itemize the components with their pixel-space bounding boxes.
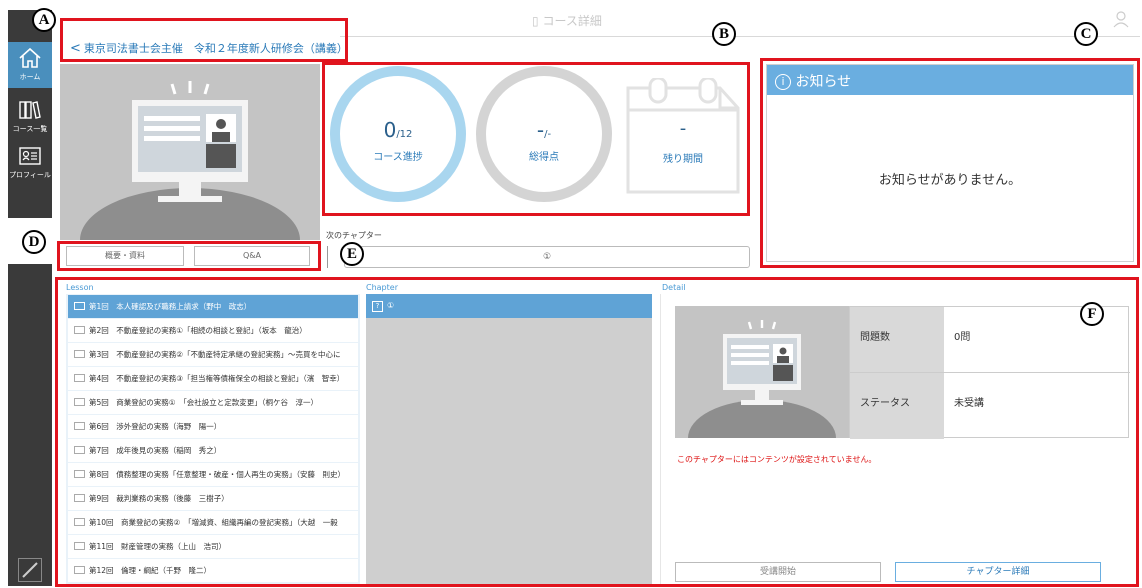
- notice-empty-message: お知らせがありません。: [878, 173, 1022, 188]
- lesson-item[interactable]: 第7回 成年後見の実務（稲岡 秀之）: [68, 439, 358, 462]
- lesson-item[interactable]: 第11回 財産管理の実務（上山 浩司）: [68, 535, 358, 558]
- next-chapter-label: 次のチャプター: [326, 231, 382, 240]
- notice-header: i お知らせ: [767, 65, 1133, 95]
- lesson-item[interactable]: 第3回 不動産登記の実務②「不動産特定承継の登記実務」～売買を中心に: [68, 343, 358, 366]
- total-score-circle: -/- 総得点: [476, 66, 612, 202]
- lesson-item[interactable]: 第8回 債務整理の実務「任意整理・破産・個人再生の実務」（安藤 則史）: [68, 463, 358, 486]
- chapter-list: ? ①: [366, 294, 652, 584]
- monitor-illustration: [688, 320, 836, 438]
- tab-qa[interactable]: Q&A: [194, 246, 310, 266]
- sidebar: ホーム コース一覧 プロフィール: [8, 10, 52, 586]
- marker-e: E: [340, 242, 364, 266]
- remaining-value: -: [679, 118, 687, 139]
- id-card-icon: [19, 147, 41, 165]
- score-value: -/-: [536, 118, 552, 142]
- book-icon: [74, 302, 85, 310]
- sidebar-item-label: コース一覧: [12, 125, 48, 133]
- notice-title: お知らせ: [795, 74, 852, 90]
- sidebar-item-home[interactable]: ホーム: [8, 42, 52, 88]
- top-header: ▯ コース詳細: [52, 10, 1140, 38]
- lesson-item[interactable]: 第4回 不動産登記の実務③「担当権等債権保全の相談と登記」（濱 智幸）: [68, 367, 358, 390]
- detail-column-header: Detail: [662, 283, 686, 292]
- chapter-info-table: 問題数 0問 ステータス 未受講: [849, 306, 1130, 439]
- chevron-left-icon: <: [70, 41, 81, 56]
- lesson-item[interactable]: 第12回 倫理・綱紀（千野 隆二）: [68, 559, 358, 582]
- book-icon: [74, 446, 85, 454]
- lesson-item[interactable]: 第1回 本人確認及び職務上請求（野中 政志）: [68, 295, 358, 318]
- sidebar-item-label: ホーム: [19, 73, 41, 81]
- book-icon: [74, 422, 85, 430]
- no-content-warning: このチャプターにはコンテンツが設定されていません。: [677, 455, 877, 464]
- info-icon: i: [775, 74, 791, 90]
- book-icon: [74, 398, 85, 406]
- page-title: ▯ コース詳細: [532, 14, 602, 28]
- sidebar-item-profile[interactable]: プロフィール: [8, 140, 52, 182]
- book-icon: [74, 566, 85, 574]
- question-icon: ?: [372, 301, 383, 312]
- marker-f: F: [1080, 302, 1104, 326]
- divider: [327, 246, 328, 268]
- lesson-item[interactable]: 第6回 渉外登記の実務（海野 陽一）: [68, 415, 358, 438]
- breadcrumb[interactable]: < 東京司法書士会主催 令和２年度新人研修会（講義）: [70, 40, 348, 56]
- lesson-item[interactable]: 第9回 裁判業務の実務（後藤 三樹子）: [68, 487, 358, 510]
- start-lesson-button[interactable]: 受講開始: [675, 562, 881, 582]
- marker-a: A: [32, 8, 56, 32]
- book-icon: [74, 518, 85, 526]
- questions-label: 問題数: [850, 307, 944, 372]
- course-thumbnail: [60, 64, 320, 240]
- book-icon: [74, 470, 85, 478]
- lesson-item[interactable]: 第2回 不動産登記の実務①「相続の相談と登記」（坂本 龍治）: [68, 319, 358, 342]
- status-label: ステータス: [850, 373, 944, 439]
- remaining-label: 残り期間: [663, 154, 703, 165]
- user-icon[interactable]: [1112, 10, 1130, 28]
- home-icon: [19, 47, 41, 68]
- chapter-detail-button[interactable]: チャプター詳細: [895, 562, 1101, 582]
- tab-overview[interactable]: 概要・資料: [66, 246, 184, 266]
- marker-c: C: [1074, 22, 1098, 46]
- next-chapter-button[interactable]: ①: [344, 246, 750, 268]
- chapter-column-header: Chapter: [366, 283, 398, 292]
- marker-b: B: [712, 22, 736, 46]
- progress-value: 0/12: [383, 118, 413, 142]
- chapter-item[interactable]: ? ①: [366, 294, 652, 318]
- header-divider: [340, 36, 1140, 37]
- notice-panel: i お知らせ お知らせがありません。: [766, 64, 1134, 262]
- score-label: 総得点: [529, 152, 559, 163]
- chapter-thumbnail: [675, 306, 849, 438]
- edit-icon[interactable]: [18, 558, 42, 582]
- sidebar-item-courses[interactable]: コース一覧: [8, 94, 52, 136]
- lesson-column-header: Lesson: [66, 283, 94, 292]
- sidebar-item-label: プロフィール: [9, 171, 51, 179]
- progress-label: コース進捗: [373, 152, 423, 163]
- monitor-illustration: [80, 81, 300, 240]
- lesson-item[interactable]: 第5回 商業登記の実務① 「会社設立と定款変更」（桐ケ谷 淳一）: [68, 391, 358, 414]
- lesson-item[interactable]: 第10回 商業登記の実務② 「増減資、組織再編の登記実務」（大越 一毅: [68, 511, 358, 534]
- book-icon: [74, 326, 85, 334]
- book-icon: [74, 350, 85, 358]
- marker-d: D: [22, 230, 46, 254]
- detail-panel: 問題数 0問 ステータス 未受講 このチャプターにはコンテンツが設定されていませ…: [660, 294, 1134, 584]
- lesson-list: 第1回 本人確認及び職務上請求（野中 政志） 第2回 不動産登記の実務①「相続の…: [66, 294, 360, 584]
- table-row: ステータス 未受講: [850, 373, 1130, 439]
- course-progress-circle: 0/12 コース進捗: [330, 66, 466, 202]
- books-icon: [19, 101, 41, 119]
- book-icon: [74, 542, 85, 550]
- document-icon: ▯: [532, 14, 539, 28]
- book-icon: [74, 374, 85, 382]
- status-value: 未受講: [954, 398, 984, 409]
- book-icon: [74, 494, 85, 502]
